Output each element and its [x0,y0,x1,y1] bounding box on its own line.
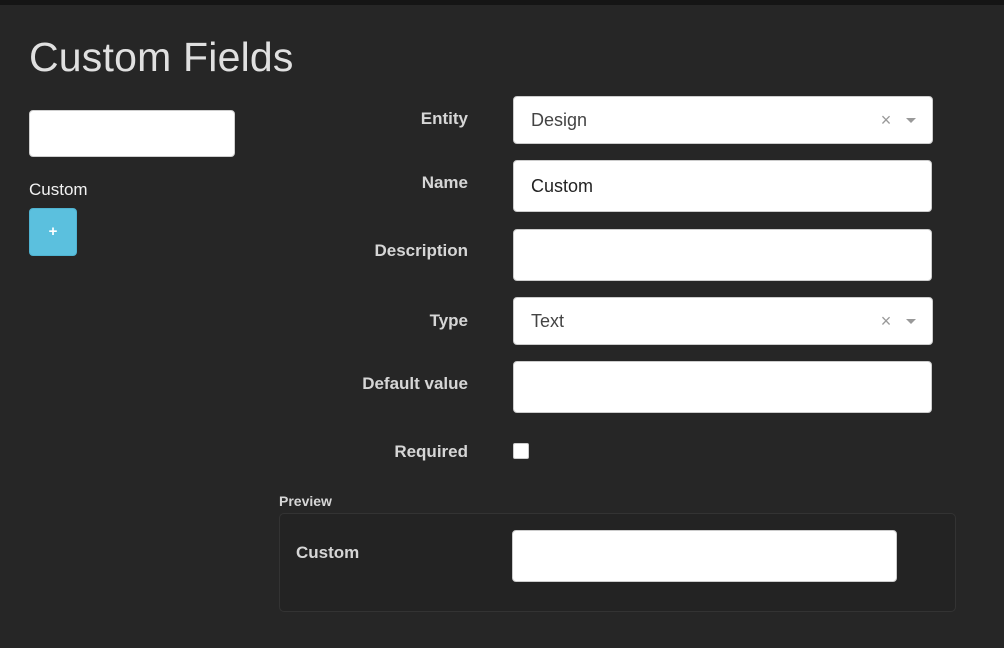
field-list-item-custom[interactable]: Custom [29,180,88,200]
entity-label: Entity [420,109,468,128]
entity-clear-icon[interactable]: × [874,111,898,129]
required-checkbox[interactable] [513,443,529,459]
preview-heading: Preview [279,493,332,509]
add-field-button[interactable]: + [29,208,77,256]
field-search-input[interactable] [29,110,235,157]
type-label: Type [429,311,468,330]
preview-field-input[interactable] [512,530,897,582]
name-label: Name [421,173,468,192]
type-select-value: Text [531,310,565,331]
page-title: Custom Fields [29,34,294,80]
entity-select[interactable]: Design × [513,96,933,144]
top-bar [0,0,1004,5]
required-label: Required [394,442,468,461]
default-value-input[interactable] [513,361,932,413]
entity-dropdown-arrow-icon[interactable] [906,117,916,123]
description-label: Description [374,241,468,260]
entity-select-value: Design [531,109,588,130]
default-value-label: Default value [362,374,468,393]
type-clear-icon[interactable]: × [874,312,898,330]
type-select[interactable]: Text × [513,297,933,345]
custom-fields-page: Custom Fields Custom + Entity Design × N… [0,0,1004,648]
type-dropdown-arrow-icon[interactable] [906,318,916,324]
name-input[interactable] [513,160,932,212]
description-input[interactable] [513,229,932,281]
preview-panel: Custom [279,513,956,612]
preview-field-label: Custom [296,543,360,562]
